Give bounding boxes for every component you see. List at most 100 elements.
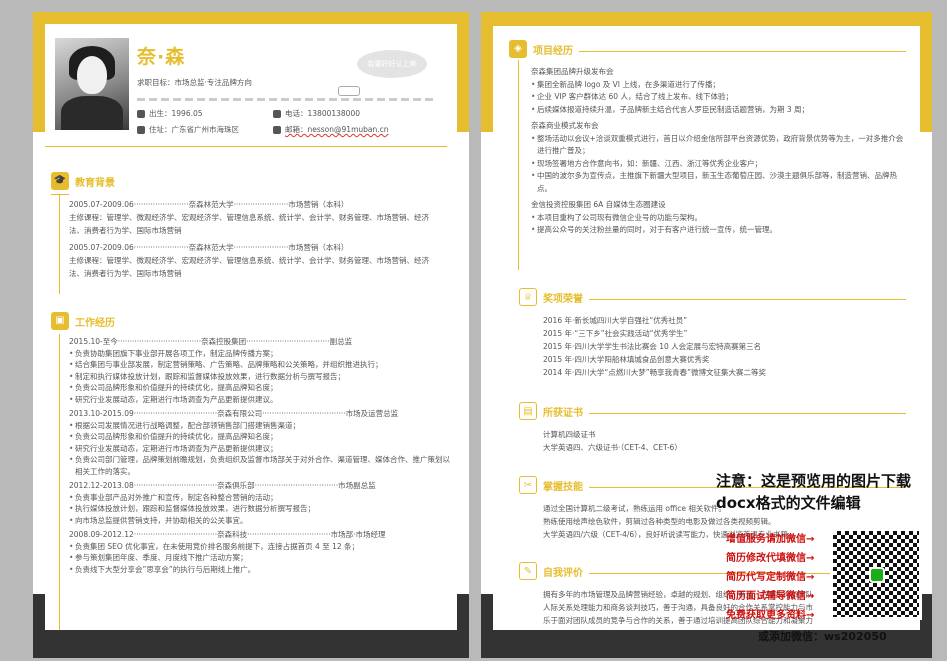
candidate-name: 奈·森 bbox=[137, 46, 186, 68]
certificate-icon: ▤ bbox=[519, 402, 537, 420]
skills-title: 掌握技能 bbox=[543, 481, 583, 493]
phone-text: 电话：13800138000 bbox=[285, 109, 360, 118]
speech-bubble: 我要好好认上美 bbox=[357, 50, 427, 78]
evaluation-heading: ✎ 自我评价 bbox=[519, 562, 583, 580]
email-text[interactable]: 邮箱：nesson@91muban.cn bbox=[285, 124, 389, 135]
project-bullet: 提高公众号的关注粉丝量的同时，对于有客户进行统一宣传，统一管理。 bbox=[531, 224, 909, 237]
birth-text: 出生：1996.05 bbox=[149, 109, 203, 118]
promo-list: 增值服务请加微信→ 简历修改代填微信→ 简历代写定制微信→ 简历面试辅导微信→ … bbox=[726, 530, 814, 625]
phone-icon bbox=[273, 109, 281, 118]
work-bullet: 结合集团与事业部发展，制定营销策略、广告策略、品牌策略和公关策略，并组织推进执行… bbox=[69, 359, 451, 371]
award-item: 2014 年·四川大学“点燃川大梦”畅享我青春”微博文征集大赛二等奖 bbox=[543, 368, 767, 377]
project-bullet: 企业 VIP 客户群体达 60 人，结合了线上发布、线下体验； bbox=[531, 91, 909, 104]
promo-line: 增值服务请加微信→ bbox=[726, 534, 815, 545]
work-entry-head: 2013.10-2015.09·························… bbox=[69, 409, 399, 418]
project-bullet: 集团全新品牌 logo 及 VI 上线，在多渠道进行了传播； bbox=[531, 79, 909, 92]
education-entry-head: 2005.07-2009.06·······················奈森… bbox=[69, 200, 349, 209]
work-bullet: 参与策划集团年度、季度、月度线下推广活动方案； bbox=[69, 552, 451, 564]
award-item: 2015 年·四川大学阳船林填城食品创意大赛优秀奖 bbox=[543, 355, 710, 364]
certs-heading: ▤ 所获证书 bbox=[519, 402, 583, 420]
promo-line: 简历代写定制微信→ bbox=[726, 572, 815, 583]
skills-heading: ✂ 掌握技能 bbox=[519, 476, 583, 494]
cert-item: 大学英语四、六级证书·（CET-4、CET-6） bbox=[543, 443, 682, 452]
projects-title: 项目经历 bbox=[533, 45, 573, 57]
project-bullet: 现场签署地方合作意向书，如：新疆、江西、浙江等优秀企业客户； bbox=[531, 158, 909, 171]
awards-heading: ♕ 奖项荣誉 bbox=[519, 288, 583, 306]
work-entry-head: 2008.09-2012.12·························… bbox=[69, 530, 386, 539]
birth-info: 出生：1996.05 bbox=[137, 108, 203, 119]
work-list: 2015.10-至今······························… bbox=[69, 336, 451, 575]
project-bullet: 本项目重构了公司现有微信企业号的功能与架构。 bbox=[531, 212, 909, 225]
location-icon bbox=[137, 125, 145, 134]
calendar-icon bbox=[137, 109, 145, 118]
project-entry-head: 奈森商业模式发布会 bbox=[531, 121, 599, 130]
briefcase-icon: ▣ bbox=[51, 312, 69, 330]
work-title: 工作经历 bbox=[75, 317, 115, 329]
job-target: 求职目标：市场总监·专注品牌方向 bbox=[137, 78, 252, 87]
education-heading: 🎓 教育背景 bbox=[51, 172, 115, 190]
project-bullet: 整场活动以会议+洽谈双重模式进行，首日以介绍金信所部平台资源优势，政府背景优势等… bbox=[531, 133, 909, 158]
work-bullet: 负责公司部门管理，品牌策划前瞻规划，负责组织及监督市场部关于对外合作、渠道管理、… bbox=[69, 454, 451, 477]
promo-line: 免费获取更多资料→ bbox=[726, 610, 815, 621]
work-bullet: 负责公司品牌形象和价值提升的持续优化，提高品牌知名度； bbox=[69, 382, 451, 394]
project-entry: 金信投资控股集团 6A 自媒体生态圈建设 本项目重构了公司现有微信企业号的功能与… bbox=[531, 199, 909, 237]
cert-item: 计算机四级证书 bbox=[543, 430, 596, 439]
work-entry: 2015.10-至今······························… bbox=[69, 336, 451, 405]
certs-title: 所获证书 bbox=[543, 407, 583, 419]
work-bullet: 负责事业部产品对外推广和宣传，制定各种整合营销的活动； bbox=[69, 492, 451, 504]
certs-list: 计算机四级证书 大学英语四、六级证书·（CET-4、CET-6） bbox=[543, 428, 903, 454]
work-entry: 2013.10-2015.09·························… bbox=[69, 408, 451, 477]
project-entry-head: 金信投资控股集团 6A 自媒体生态圈建设 bbox=[531, 200, 666, 209]
preview-notice: 注意：这是预览用的图片下载docx格式的文件编辑 bbox=[716, 472, 912, 512]
trophy-icon: ♕ bbox=[519, 288, 537, 306]
wechat-qr-code[interactable] bbox=[830, 528, 922, 620]
work-entry: 2012.12-2013.08·························… bbox=[69, 480, 451, 526]
wechat-contact: 或添加微信：ws202050 bbox=[758, 630, 887, 643]
education-entry: 2005.07-2009.06·······················奈森… bbox=[69, 241, 439, 280]
wechat-logo-icon bbox=[869, 567, 885, 583]
work-entry: 2008.09-2012.12·························… bbox=[69, 529, 451, 575]
award-item: 2015 年·四川大学学生书法比赛会 10 人会定展与宏特高赛第三名 bbox=[543, 342, 762, 351]
promo-line: 简历面试辅导微信→ bbox=[726, 591, 815, 602]
profile-photo bbox=[55, 38, 129, 130]
email-info: 邮箱：nesson@91muban.cn bbox=[273, 124, 389, 135]
tools-icon: ✂ bbox=[519, 476, 537, 494]
project-entry-head: 奈森集团品牌升级发布会 bbox=[531, 67, 614, 76]
mail-icon bbox=[273, 125, 281, 134]
projects-heading: ◈ 项目经历 bbox=[509, 40, 573, 58]
work-bullet: 研究行业发展动态，定期进行市场调查为产品更新提供建议。 bbox=[69, 394, 451, 406]
graduation-cap-icon: 🎓 bbox=[51, 172, 69, 190]
project-bullet: 后续媒体报道持续升温，子品牌新主结合代言人罗臣民制造话题营销，为期 3 周； bbox=[531, 104, 909, 117]
phone-info: 电话：13800138000 bbox=[273, 108, 360, 119]
project-bullet: 中国的波尔多为宣传点，主推旗下新疆大型项目，新玉生态葡萄庄园、沙漠主题俱乐部等，… bbox=[531, 170, 909, 195]
award-item: 2015 年·“三下乡”社会实践活动“优秀学生” bbox=[543, 329, 688, 338]
pencil-icon: ✎ bbox=[519, 562, 537, 580]
road-decoration bbox=[137, 98, 437, 101]
education-title: 教育背景 bbox=[75, 177, 115, 189]
work-heading: ▣ 工作经历 bbox=[51, 312, 115, 330]
work-bullet: 执行媒体投放计划，跟踪和监督媒体投放效果，进行数据分析撰写报告； bbox=[69, 503, 451, 515]
work-timeline bbox=[59, 334, 60, 630]
evaluation-title: 自我评价 bbox=[543, 567, 583, 579]
work-bullet: 制定和执行媒体投放计划，跟踪和监督媒体投放效果，进行数据分析与撰写报告； bbox=[69, 371, 451, 383]
education-rule bbox=[51, 194, 69, 195]
award-item: 2016 年·新长城四川大学自强社“优秀社员” bbox=[543, 316, 688, 325]
work-bullet: 负责线下大型分享会”思享会”的执行与后期线上推广。 bbox=[69, 564, 451, 576]
education-list: 2005.07-2009.06·······················奈森… bbox=[69, 198, 439, 280]
page-sheet: 奈·森 求职目标：市场总监·专注品牌方向 我要好好认上美 出生：1996.05 … bbox=[45, 24, 457, 630]
car-icon bbox=[338, 86, 360, 96]
resume-page-1: 奈·森 求职目标：市场总监·专注品牌方向 我要好好认上美 出生：1996.05 … bbox=[33, 12, 469, 658]
work-bullet: 负责集团 SEO 优化事宜，在未使用竞价排名服务前提下，连接占据首页 4 至 1… bbox=[69, 541, 451, 553]
work-bullet: 根据公司发展情况进行战略调整，配合部领销售部门搭建销售渠道； bbox=[69, 420, 451, 432]
project-entry: 奈森商业模式发布会 整场活动以会议+洽谈双重模式进行，首日以介绍金信所部平台资源… bbox=[531, 120, 909, 195]
education-entry-body: 主修课程：管理学、微观经济学、宏观经济学、管理信息系统、统计学、会计学、财务管理… bbox=[69, 256, 429, 278]
work-bullet: 负责公司品牌形象和价值提升的持续优化，提高品牌知名度； bbox=[69, 431, 451, 443]
awards-rule bbox=[589, 299, 906, 300]
skill-item: 熟练使用绘声绘色软件，剪辑过各种类型的电影及做过各类视频剪辑。 bbox=[543, 517, 776, 526]
projects-rule bbox=[579, 51, 906, 52]
work-bullet: 研究行业发展动态，定期进行市场调查为产品更新提供建议； bbox=[69, 443, 451, 455]
project-entry: 奈森集团品牌升级发布会 集团全新品牌 logo 及 VI 上线，在多渠道进行了传… bbox=[531, 66, 909, 116]
education-entry-body: 主修课程：管理学、微观经济学、宏观经济学、管理信息系统、统计学、会计学、财务管理… bbox=[69, 213, 429, 235]
projects-timeline bbox=[518, 60, 519, 270]
education-timeline bbox=[59, 194, 60, 294]
